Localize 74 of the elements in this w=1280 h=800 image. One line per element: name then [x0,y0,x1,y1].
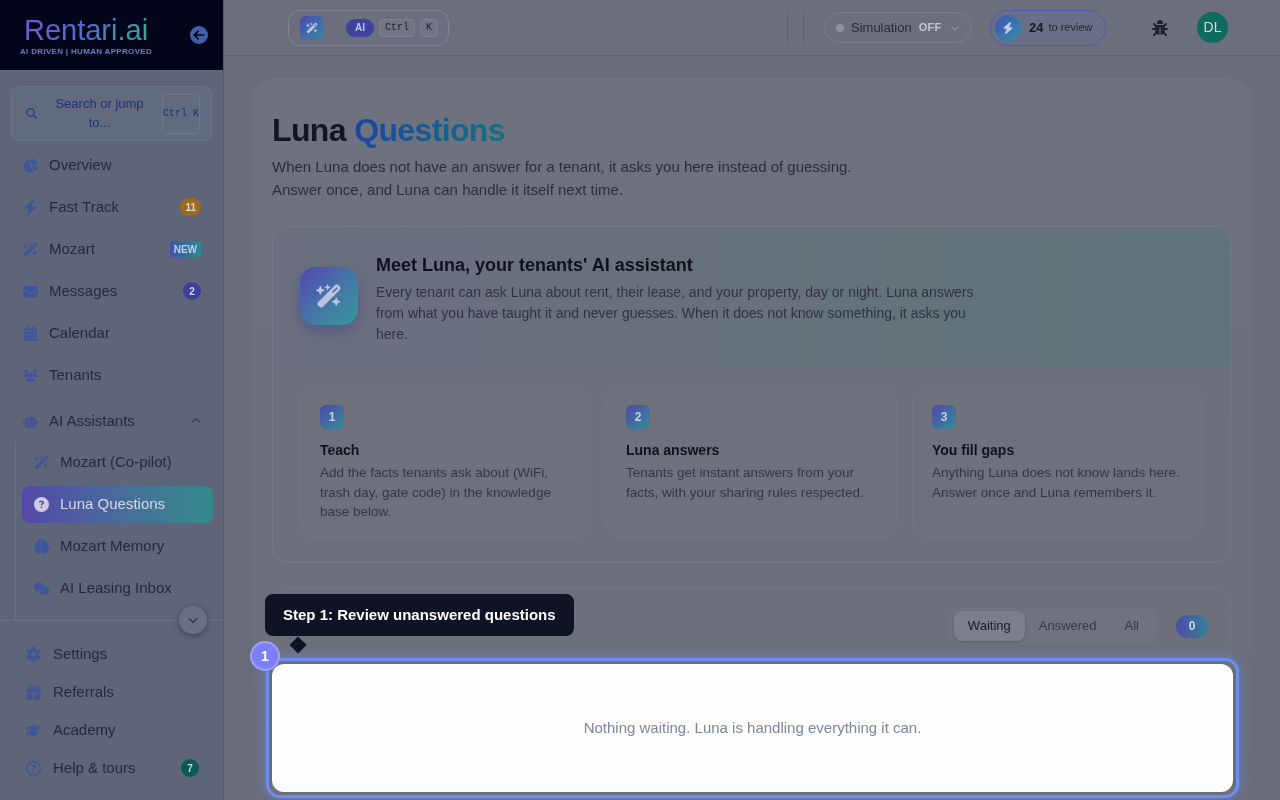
step-number: 2 [626,405,650,429]
assistant-bar[interactable]: AI Ctrl K [288,9,450,46]
sidebar-item[interactable]: Luna Questions [22,486,213,523]
step-title: Teach [320,441,361,460]
sidebar-item[interactable]: Settings [11,635,212,673]
bug-report-button[interactable] [1151,18,1169,37]
sidebar-item[interactable]: Overview [11,144,212,186]
sidebar-item[interactable]: Mozart NEW [11,228,212,270]
help-icon [26,760,41,776]
step-text: Anything Luna does not know lands here. Answer once and Luna remembers it. [932,464,1181,502]
settings-icon [26,646,41,662]
ai-tag: AI [346,18,374,37]
robot-icon [23,413,38,429]
step-title: You fill gaps [932,441,1016,460]
count-badge: 0 [1176,614,1208,638]
search-input[interactable]: Search or jump to... [45,93,154,134]
filter-tab[interactable]: Waiting [953,611,1025,641]
graduation-cap-icon [26,722,41,738]
shortcut-key: Ctrl [379,18,415,37]
chevron-down-icon [188,615,198,625]
sidebar-item[interactable]: Referrals [11,673,212,711]
envelope-icon [23,283,38,299]
count-badge: 7 [181,759,199,777]
scroll-down-button[interactable] [179,606,207,634]
empty-message: Nothing waiting. Luna is handling everything it can. [583,717,922,738]
back-arrow-icon [190,26,208,44]
filter-tab[interactable]: Answered [1024,611,1111,641]
lightning-icon [995,14,1021,41]
step-title: Luna answers [626,441,721,460]
intro-title: Meet Luna, your tenants' AI assistant [376,254,694,277]
step-number: 3 [932,405,956,429]
sidebar-item[interactable]: Fast Track 11 [11,186,212,228]
sidebar-item[interactable]: Help & tours 7 [11,749,212,787]
sidebar-item[interactable]: Tenants [11,354,212,396]
pie-chart-icon [23,157,38,173]
search-field[interactable]: Search or jump to... Ctrl K [11,86,212,141]
magic-wand-icon [23,241,38,257]
chevron-up-icon [191,416,201,426]
question-icon [34,497,49,512]
magic-wand-icon [300,267,358,325]
magic-wand-icon [300,15,324,40]
user-avatar[interactable]: DL [1197,12,1228,43]
bug-icon [1152,19,1168,36]
page-description: When Luna does not have an answer for a tenant, it asks you here instead of guessing. Answer once, and Luna can handle it itself next time. [272,157,853,200]
sidebar-item[interactable]: Messages 2 [11,270,212,312]
shortcut-key: Ctrl K [162,93,200,134]
sidebar-item[interactable]: Calendar [11,312,212,354]
gift-icon [26,684,41,700]
sidebar-item[interactable]: AI Leasing Inbox [22,570,213,607]
new-tag: NEW [169,241,201,257]
people-icon [23,367,38,383]
simulation-toggle[interactable]: Simulation OFF [824,12,972,43]
review-button[interactable]: 24 to review [990,9,1106,46]
sidebar-item[interactable]: Academy [11,711,212,749]
step-text: Tenants get instant answers from your facts, with your sharing rules respected. [626,464,865,502]
step-text: Add the facts tenants ask about (WiFi, trash day, gate code) in the knowledge base below. [320,464,552,521]
calendar-icon [23,325,38,341]
chat-bubbles-icon [34,581,49,596]
filter-tab[interactable]: All [1110,611,1153,641]
lightning-icon [23,199,38,215]
brain-icon [34,539,49,554]
search-icon [26,108,37,119]
count-badge: 2 [183,282,201,300]
sidebar-item[interactable]: AI Assistants [11,400,212,442]
intro-text: Every tenant can ask Luna about rent, their lease, and your property, day or night. Luna answers from what you have taught it and never guesses. When it does not know something, it asks you here. [376,283,975,344]
logo-tagline: AI DRIVEN | HUMAN APPROVED [20,46,153,57]
tour-tooltip: Step 1: Review unanswered questions [265,594,574,636]
shortcut-key: K [420,18,439,37]
magic-wand-icon [34,455,49,470]
sidebar-item[interactable]: Mozart Memory [22,528,213,565]
step-number: 1 [320,405,344,429]
count-badge: 11 [180,198,201,216]
sidebar-item[interactable]: Mozart (Co-pilot) [22,444,213,481]
collapse-sidebar-button[interactable] [189,25,209,45]
